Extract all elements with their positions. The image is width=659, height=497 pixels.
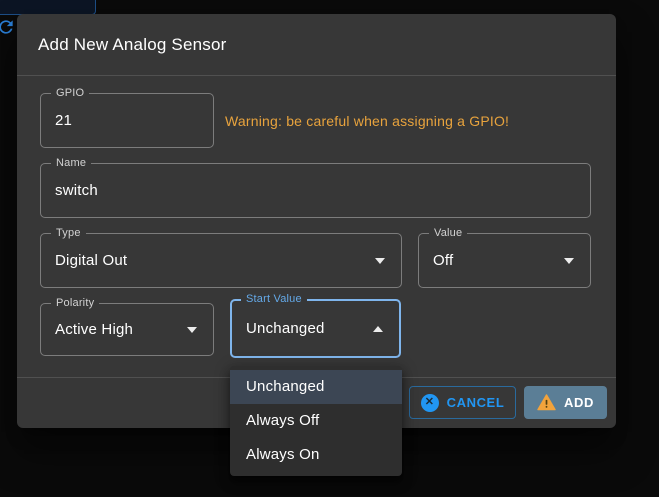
value-select[interactable]: Value Off [418,233,591,288]
background-toolbar-button [0,0,96,15]
name-field-label: Name [51,156,91,170]
polarity-select[interactable]: Polarity Active High [40,303,214,356]
value-select-label: Value [429,226,467,240]
gpio-warning-text: Warning: be careful when assigning a GPI… [225,113,509,129]
gpio-input[interactable] [55,112,199,129]
cancel-button-label: CANCEL [447,395,505,410]
name-field[interactable]: Name [40,163,591,218]
dialog-title: Add New Analog Sensor [38,35,227,55]
polarity-select-label: Polarity [51,296,99,310]
menu-item-always-on[interactable]: Always On [230,438,402,472]
add-button[interactable]: ADD [524,386,607,419]
chevron-down-icon [187,327,197,333]
name-input[interactable] [55,182,576,199]
dialog-header: Add New Analog Sensor [17,14,616,76]
chevron-down-icon [375,258,385,264]
gpio-field[interactable]: GPIO [40,93,214,148]
start-value-select-label: Start Value [241,292,307,306]
refresh-icon [0,17,16,37]
type-select[interactable]: Type Digital Out [40,233,402,288]
start-value-select[interactable]: Start Value Unchanged [230,299,401,358]
chevron-down-icon [564,258,574,264]
chevron-up-icon [373,326,383,332]
start-value-select-value: Unchanged [246,320,325,337]
type-select-label: Type [51,226,86,240]
menu-item-always-off[interactable]: Always Off [230,404,402,438]
cancel-button[interactable]: ✕ CANCEL [409,386,516,419]
add-button-label: ADD [564,395,594,410]
gpio-field-label: GPIO [51,86,89,100]
polarity-select-value: Active High [55,321,133,338]
type-select-value: Digital Out [55,252,127,269]
value-select-value: Off [433,252,453,269]
start-value-menu: Unchanged Always Off Always On [230,366,402,476]
menu-item-unchanged[interactable]: Unchanged [230,370,402,404]
warning-triangle-icon [537,394,556,411]
x-circle-icon: ✕ [421,394,439,412]
